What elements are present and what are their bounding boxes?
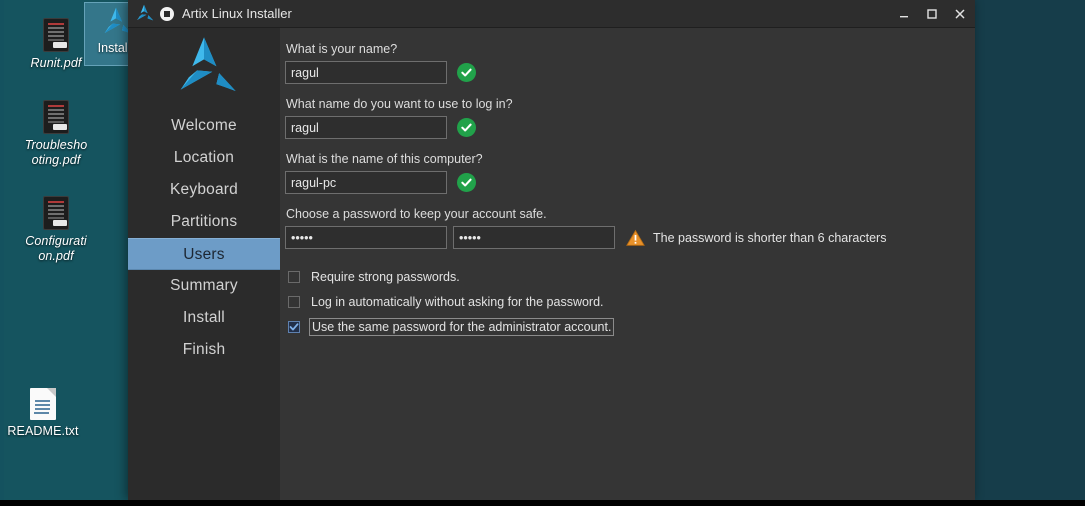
desktop-icon-label: Runit.pdf — [30, 56, 82, 70]
login-name-label: What name do you want to use to log in? — [286, 97, 513, 111]
check-circle-icon — [457, 173, 476, 192]
desktop-icon-label-line2: oting.pdf — [31, 153, 81, 167]
window-body: Welcome Location Keyboard Partitions Use… — [128, 28, 975, 500]
full-name-row — [285, 61, 975, 84]
desktop-right-pane — [975, 0, 1085, 500]
same-password-admin-label: Use the same password for the administra… — [309, 318, 615, 336]
minimize-icon[interactable] — [891, 2, 917, 26]
artix-logo-icon — [137, 4, 154, 20]
auto-login-label: Log in automatically without asking for … — [311, 295, 604, 309]
same-password-admin-row[interactable]: Use the same password for the administra… — [285, 316, 975, 338]
desktop-icon-label: README.txt — [7, 424, 79, 438]
password-input[interactable] — [285, 226, 447, 249]
sidebar-item-keyboard[interactable]: Keyboard — [128, 174, 280, 206]
stop-circle-icon — [160, 6, 174, 21]
hostname-label: What is the name of this computer? — [286, 152, 483, 166]
window-title: Artix Linux Installer — [182, 6, 292, 21]
hostname-input[interactable] — [285, 171, 447, 194]
sidebar-item-users[interactable]: Users — [128, 238, 280, 270]
password-warning: The password is shorter than 6 character… — [626, 229, 886, 247]
hostname-row — [285, 171, 975, 194]
require-strong-passwords-label: Require strong passwords. — [311, 270, 460, 284]
check-circle-icon — [457, 63, 476, 82]
sidebar-item-partitions[interactable]: Partitions — [128, 206, 280, 238]
desktop-icon-label-line1: Configurati — [25, 234, 87, 248]
installer-window: Artix Linux Installer Welcome Location K… — [128, 0, 975, 500]
screen: Runit.pdf Troublesho oting.pdf Configura… — [0, 0, 1085, 506]
password-confirm-input[interactable] — [453, 226, 615, 249]
pdf-file-icon — [43, 100, 69, 134]
full-name-input[interactable] — [285, 61, 447, 84]
pdf-file-icon — [43, 18, 69, 52]
sidebar-item-location[interactable]: Location — [128, 142, 280, 174]
desktop-icon-label-line2: on.pdf — [38, 249, 74, 263]
window-titlebar[interactable]: Artix Linux Installer — [128, 0, 975, 28]
password-label: Choose a password to keep your account s… — [286, 207, 547, 221]
window-controls — [891, 2, 973, 26]
warning-triangle-icon — [626, 229, 645, 246]
full-name-label: What is your name? — [286, 42, 398, 56]
desktop-icon-label-line1: Troublesho — [24, 138, 88, 152]
sidebar-item-welcome[interactable]: Welcome — [128, 110, 280, 142]
desktop-icon-readme-txt[interactable]: README.txt — [0, 388, 95, 439]
same-password-admin-checkbox[interactable] — [288, 321, 300, 333]
desktop-icon-troubleshooting-pdf[interactable]: Troublesho oting.pdf — [4, 100, 108, 168]
sidebar-item-install[interactable]: Install — [128, 302, 280, 334]
password-warning-text: The password is shorter than 6 character… — [653, 230, 887, 245]
desktop-icon-configuration-pdf[interactable]: Configurati on.pdf — [4, 196, 108, 264]
users-page: What is your name? What name do you want… — [280, 28, 975, 500]
check-circle-icon — [457, 118, 476, 137]
auto-login-checkbox[interactable] — [288, 296, 300, 308]
text-file-icon — [30, 388, 56, 420]
auto-login-row[interactable]: Log in automatically without asking for … — [285, 291, 975, 313]
close-icon[interactable] — [947, 2, 973, 26]
maximize-icon[interactable] — [919, 2, 945, 26]
password-row: The password is shorter than 6 character… — [285, 226, 975, 249]
login-name-input[interactable] — [285, 116, 447, 139]
installer-sidebar: Welcome Location Keyboard Partitions Use… — [128, 28, 280, 500]
sidebar-item-summary[interactable]: Summary — [128, 270, 280, 302]
login-name-row — [285, 116, 975, 139]
pdf-file-icon — [43, 196, 69, 230]
artix-logo-icon — [180, 37, 236, 91]
sidebar-item-finish[interactable]: Finish — [128, 334, 280, 366]
require-strong-passwords-checkbox[interactable] — [288, 271, 300, 283]
desktop-icon-label: Install — [97, 41, 131, 55]
require-strong-passwords-row[interactable]: Require strong passwords. — [285, 266, 975, 288]
